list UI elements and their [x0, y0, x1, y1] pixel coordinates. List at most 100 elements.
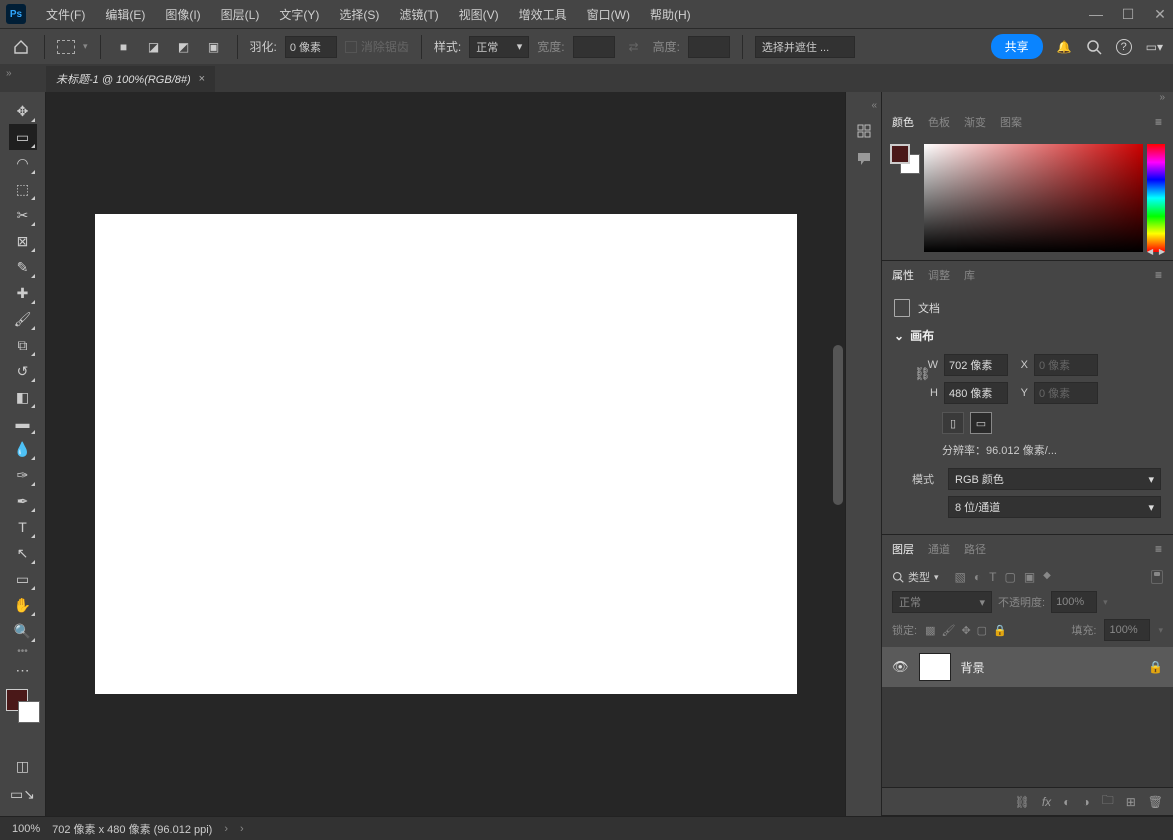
- delete-layer-icon[interactable]: 🗑: [1148, 795, 1163, 809]
- tool-eraser[interactable]: ◧: [9, 384, 37, 410]
- lock-image-icon[interactable]: 🖌: [941, 624, 955, 637]
- lock-trans-icon[interactable]: ▩: [925, 624, 935, 637]
- subtract-selection-icon[interactable]: ◩: [173, 36, 195, 58]
- doc-info[interactable]: 702 像素 x 480 像素 (96.012 ppi): [52, 821, 212, 837]
- lock-artboard-icon[interactable]: ▢: [977, 624, 987, 637]
- tool-lasso[interactable]: ◠: [9, 150, 37, 176]
- workspace-icon[interactable]: ▭▾: [1146, 40, 1163, 54]
- vertical-scrollbar[interactable]: [833, 345, 843, 505]
- tool-crop[interactable]: ✂: [9, 202, 37, 228]
- filter-adjust-icon[interactable]: ◐: [974, 570, 981, 584]
- status-expand-icon[interactable]: ›: [240, 823, 244, 835]
- tab-patterns[interactable]: 图案: [1000, 114, 1022, 130]
- tool-zoom[interactable]: 🔍: [9, 618, 37, 644]
- collapse-panels-icon[interactable]: »: [882, 92, 1173, 108]
- fx-icon[interactable]: fx: [1042, 795, 1051, 809]
- select-and-mask-button[interactable]: 选择并遮住 ...: [755, 36, 855, 58]
- home-icon[interactable]: [10, 36, 32, 58]
- menu-滤镜(T)[interactable]: 滤镜(T): [389, 6, 448, 23]
- minimize-icon[interactable]: —: [1089, 6, 1103, 23]
- tool-history-brush[interactable]: ↺: [9, 358, 37, 384]
- fg-swatch-icon[interactable]: [890, 144, 910, 164]
- color-field[interactable]: [924, 144, 1143, 252]
- filter-artboard-icon[interactable]: ◆: [1043, 570, 1051, 584]
- panel-menu-icon[interactable]: ≡: [1155, 115, 1163, 129]
- bit-depth-select[interactable]: 8 位/通道▾: [948, 496, 1161, 518]
- screenmode-icon[interactable]: ▭↘: [9, 782, 37, 806]
- link-wh-icon[interactable]: ⛓: [914, 366, 931, 382]
- new-layer-icon[interactable]: ⊞: [1126, 795, 1136, 809]
- comments-panel-icon[interactable]: [856, 151, 872, 167]
- tab-channels[interactable]: 通道: [928, 541, 950, 557]
- tab-properties[interactable]: 属性: [892, 267, 914, 283]
- tab-gradients[interactable]: 渐变: [964, 114, 986, 130]
- link-layers-icon[interactable]: ⛓: [1015, 795, 1030, 809]
- edit-toolbar-icon[interactable]: ⋯: [9, 657, 37, 683]
- tab-libraries[interactable]: 库: [964, 267, 975, 283]
- lock-all-icon[interactable]: 🔒: [993, 624, 1007, 637]
- doc-info-chevron-icon[interactable]: ›: [224, 823, 228, 835]
- canvas[interactable]: [95, 214, 797, 694]
- feather-input[interactable]: [285, 36, 337, 58]
- tool-hand[interactable]: ✋: [9, 592, 37, 618]
- layer-thumbnail[interactable]: [919, 653, 951, 681]
- tool-blur[interactable]: 💧: [9, 436, 37, 462]
- tool-type[interactable]: T: [9, 514, 37, 540]
- color-mode-select[interactable]: RGB 颜色▾: [948, 468, 1161, 490]
- collapse-left-icon[interactable]: »: [6, 68, 12, 79]
- filter-smart-icon[interactable]: ▣: [1024, 570, 1035, 584]
- color-panel-swatches[interactable]: [890, 144, 920, 174]
- canvas-area[interactable]: [46, 92, 845, 816]
- tool-brush[interactable]: 🖌: [9, 306, 37, 332]
- style-select[interactable]: 正常▾: [469, 36, 529, 58]
- notifications-icon[interactable]: 🔔: [1057, 40, 1072, 54]
- history-panel-icon[interactable]: [856, 123, 872, 139]
- canvas-height-input[interactable]: [944, 382, 1008, 404]
- color-swatches[interactable]: [6, 689, 40, 723]
- layer-filter-select[interactable]: 类型▾: [892, 569, 939, 585]
- layer-lock-icon[interactable]: 🔒: [1148, 660, 1163, 674]
- menu-图层(L)[interactable]: 图层(L): [211, 6, 270, 23]
- add-selection-icon[interactable]: ◪: [143, 36, 165, 58]
- menu-帮助(H)[interactable]: 帮助(H): [640, 6, 701, 23]
- close-icon[interactable]: ✕: [1153, 6, 1167, 23]
- lock-pos-icon[interactable]: ✥: [961, 624, 970, 637]
- tool-move[interactable]: ✥: [9, 98, 37, 124]
- menu-文件(F)[interactable]: 文件(F): [36, 6, 95, 23]
- quickmask-icon[interactable]: ◫: [9, 754, 37, 778]
- landscape-button[interactable]: ▭: [970, 412, 992, 434]
- filter-shape-icon[interactable]: ▢: [1004, 570, 1015, 584]
- panel-menu-icon[interactable]: ≡: [1155, 268, 1163, 282]
- tool-pen[interactable]: ✒: [9, 488, 37, 514]
- menu-增效工具[interactable]: 增效工具: [509, 6, 577, 23]
- tool-stamp[interactable]: ⧉: [9, 332, 37, 358]
- canvas-width-input[interactable]: [944, 354, 1008, 376]
- tool-marquee[interactable]: ▭: [9, 124, 37, 150]
- tool-object-select[interactable]: ⬚: [9, 176, 37, 202]
- menu-编辑(E)[interactable]: 编辑(E): [95, 6, 155, 23]
- layer-row[interactable]: 👁 背景 🔒: [882, 647, 1173, 687]
- menu-视图(V)[interactable]: 视图(V): [449, 6, 509, 23]
- tab-paths[interactable]: 路径: [964, 541, 986, 557]
- new-selection-icon[interactable]: ■: [113, 36, 135, 58]
- tab-swatches[interactable]: 色板: [928, 114, 950, 130]
- tool-path-select[interactable]: ↖: [9, 540, 37, 566]
- filter-pixel-icon[interactable]: ▧: [955, 570, 966, 584]
- help-icon[interactable]: ?: [1116, 39, 1132, 55]
- filter-toggle[interactable]: [1151, 570, 1163, 584]
- group-icon[interactable]: 🗀: [1102, 791, 1114, 812]
- intersect-selection-icon[interactable]: ▣: [203, 36, 225, 58]
- tool-frame[interactable]: ⊠: [9, 228, 37, 254]
- tool-heal[interactable]: ✚: [9, 280, 37, 306]
- hue-slider[interactable]: [1147, 144, 1165, 252]
- share-button[interactable]: 共享: [991, 34, 1043, 59]
- marquee-preset-icon[interactable]: [57, 40, 75, 54]
- menu-选择(S)[interactable]: 选择(S): [329, 6, 389, 23]
- expand-dock-icon[interactable]: «: [871, 100, 877, 111]
- tool-gradient[interactable]: ▬: [9, 410, 37, 436]
- canvas-section-toggle[interactable]: ⌄画布: [894, 327, 1161, 344]
- tool-shape[interactable]: ▭: [9, 566, 37, 592]
- tab-adjustments[interactable]: 调整: [928, 267, 950, 283]
- adjustment-icon[interactable]: ◑: [1082, 795, 1089, 809]
- tab-close-icon[interactable]: ×: [199, 73, 205, 85]
